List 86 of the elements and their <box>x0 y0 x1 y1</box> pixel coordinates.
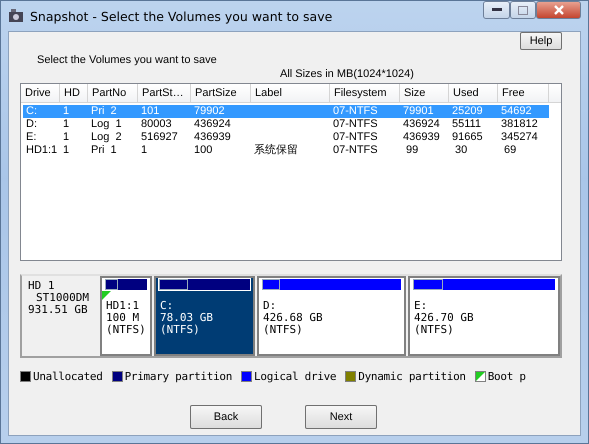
table-cell-text: 1 <box>140 144 148 157</box>
column-header[interactable]: Free <box>498 84 549 103</box>
column-header[interactable]: HD <box>60 84 88 103</box>
table-cell-text: Pri 2 <box>90 105 118 118</box>
disk-model: ST1000DM <box>35 292 90 304</box>
maximize-icon <box>518 6 528 14</box>
table-cell-text: 79902 <box>193 105 226 118</box>
close-button[interactable] <box>536 1 581 19</box>
table-cell-text: 69 <box>503 144 518 157</box>
table-cell-text: Log 1 <box>90 118 123 131</box>
minimize-icon <box>492 8 502 12</box>
table-cell-text: 436939 <box>402 131 441 144</box>
table-cell-text: 79901 <box>402 105 435 118</box>
table-cell-text: 436924 <box>402 118 441 131</box>
table-cell-text: C: <box>25 105 38 118</box>
next-button[interactable]: Next <box>305 405 377 429</box>
disk-name: HD 1 <box>28 280 56 292</box>
partition-name: E: <box>414 300 428 312</box>
table-cell-text: 80003 <box>140 118 173 131</box>
partition-filesystem: (NTFS) <box>414 324 455 336</box>
table-cell-text: 07-NTFS <box>332 144 379 157</box>
partition-name: C: <box>160 300 174 312</box>
column-header[interactable]: PartSt… <box>138 84 191 103</box>
table-row[interactable]: E: 1 Log 2 516927 436939 07-NTFS 436939 91665 345274 <box>23 131 549 144</box>
column-header[interactable]: PartNo <box>88 84 138 103</box>
column-header[interactable]: Filesystem <box>330 84 400 103</box>
minimize-button[interactable] <box>483 1 510 19</box>
table-cell-text: HD1:1 <box>25 144 58 157</box>
table-cell-text: 100 <box>193 144 214 157</box>
table-cell-text: 55111 <box>451 118 482 131</box>
table-cell-text: E: <box>25 131 38 144</box>
table-row[interactable]: D: 1 Log 1 80003 436924 07-NTFS 436924 55111 381812 <box>23 118 549 131</box>
camera-app-icon <box>8 8 24 24</box>
table-cell-text: 1 <box>62 105 70 118</box>
table-cell-text: 25209 <box>451 105 484 118</box>
table-cell-text: 516927 <box>140 131 179 144</box>
column-header[interactable]: Drive <box>21 84 60 103</box>
legend-label: Boot p <box>488 370 526 383</box>
table-cell-text: 07-NTFS <box>332 131 379 144</box>
close-icon <box>552 5 564 15</box>
table-row[interactable]: HD1:1 1 Pri 1 1 100 系统保留 07-NTFS 99 30 69 <box>23 144 549 157</box>
table-cell-text: 54692 <box>500 105 533 118</box>
column-header[interactable]: PartSize <box>191 84 251 103</box>
legend-label: Logical drive <box>254 370 336 383</box>
partition-block[interactable]: E: 426.70 GB (NTFS) <box>408 276 560 356</box>
column-header[interactable]: Label <box>251 84 330 103</box>
table-cell-text: 30 <box>454 144 468 157</box>
table-cell-text: Pri 1 <box>90 144 118 157</box>
table-cell-text: 系统保留 <box>253 144 299 157</box>
disk-size: 931.51 GB <box>28 304 89 316</box>
partition-size: 100 M <box>106 312 140 324</box>
table-cell-text: 07-NTFS <box>332 105 379 118</box>
table-cell-text: 1 <box>62 131 70 144</box>
table-cell-text: 1 <box>62 144 70 157</box>
back-button[interactable]: Back <box>190 405 262 429</box>
table-cell-text: 101 <box>140 105 160 118</box>
table-cell-text: Log 2 <box>90 131 123 144</box>
table-cell-text: 99 <box>405 144 420 157</box>
window-title: Snapshot - Select the Volumes you want to save <box>30 8 334 24</box>
table-cell-text: 381812 <box>500 118 539 131</box>
partition-block[interactable]: HD1:1 100 M (NTFS) <box>100 276 152 356</box>
table-cell-text: D: <box>25 118 38 131</box>
partition-block[interactable]: D: 426.68 GB (NTFS) <box>257 276 406 356</box>
table-cell-text: 436924 <box>193 118 232 131</box>
instruction-text: Select the Volumes you want to save <box>37 54 217 66</box>
partition-block[interactable]: C: 78.03 GB (NTFS) <box>154 276 255 356</box>
size-note: All Sizes in MB(1024*1024) <box>280 68 414 80</box>
table-cell-text: 91665 <box>451 131 484 144</box>
partition-filesystem: (NTFS) <box>160 324 201 336</box>
column-header[interactable]: Size <box>400 84 449 103</box>
legend-label: Unallocated <box>33 370 103 383</box>
table-cell-text: 07-NTFS <box>332 118 379 131</box>
partition-filesystem: (NTFS) <box>106 324 147 336</box>
partition-size: 426.70 GB <box>414 312 475 324</box>
help-button[interactable]: Help <box>520 32 562 50</box>
partition-name: D: <box>263 300 278 312</box>
partition-size: 426.68 GB <box>263 312 324 324</box>
table-cell-text: 345274 <box>500 131 539 144</box>
partition-name: HD1:1 <box>106 300 140 312</box>
partition-size: 78.03 GB <box>160 312 214 324</box>
table-cell-text: 1 <box>62 118 70 131</box>
legend-label: Dynamic partition <box>358 370 466 383</box>
table-cell-text: 436939 <box>193 131 232 144</box>
partition-filesystem: (NTFS) <box>263 324 304 336</box>
legend-label: Primary partition <box>124 370 232 383</box>
column-header[interactable]: Used <box>449 84 498 103</box>
